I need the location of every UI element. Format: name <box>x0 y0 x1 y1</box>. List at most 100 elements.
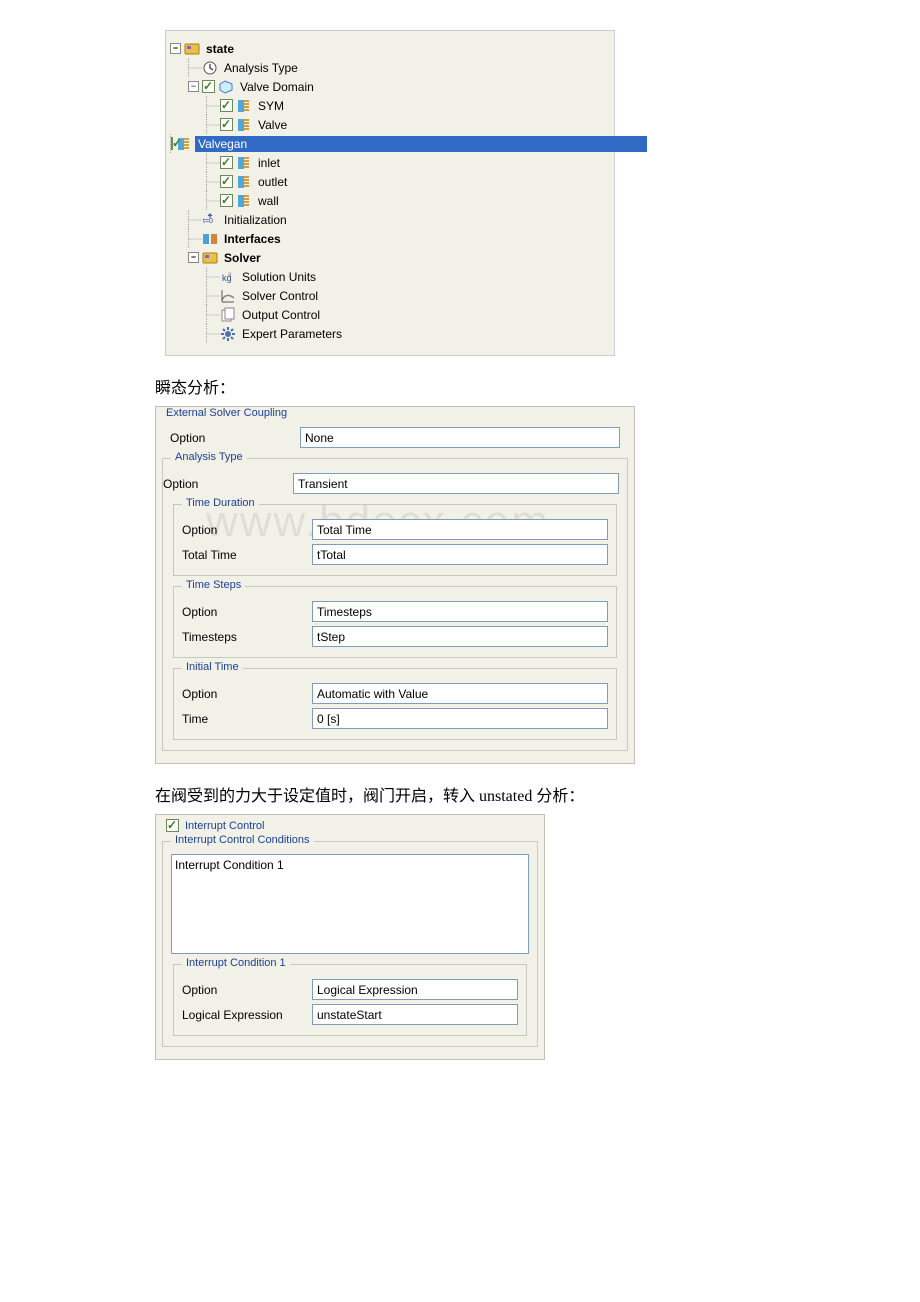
model-tree: − state Analysis Type − Valve Domain <box>165 30 615 356</box>
tree-item-interfaces[interactable]: Interfaces <box>170 229 610 248</box>
visibility-checkbox[interactable] <box>220 118 233 131</box>
field-label: Total Time <box>182 548 312 562</box>
field-label: Option <box>163 477 293 491</box>
solver-icon <box>202 250 218 266</box>
interrupt-control-panel: Interrupt Control Interrupt Control Cond… <box>155 814 545 1060</box>
tree-label: Solver <box>221 250 264 266</box>
tree-label: Expert Parameters <box>239 326 345 342</box>
initial-time-group: Initial Time Option Time <box>173 668 617 740</box>
group-legend: Analysis Type <box>171 451 247 463</box>
interfaces-icon <box>202 231 218 247</box>
tree-label: Analysis Type <box>221 60 301 76</box>
initialization-icon: t=0 <box>202 212 218 228</box>
group-legend: External Solver Coupling <box>160 407 630 423</box>
visibility-checkbox[interactable] <box>220 156 233 169</box>
time-duration-option-input[interactable] <box>312 519 608 540</box>
analysis-type-group: Analysis Type Option Time Duration Optio… <box>162 458 628 751</box>
tree-item-solver-control[interactable]: Solver Control <box>170 286 610 305</box>
tree-root[interactable]: − state <box>170 39 610 58</box>
tree-label: wall <box>255 193 282 209</box>
interrupt-control-checkbox[interactable] <box>166 819 179 832</box>
tree-label: inlet <box>255 155 283 171</box>
field-label: Option <box>170 431 300 445</box>
time-steps-group: Time Steps Option Timesteps <box>173 586 617 658</box>
state-icon <box>184 41 200 57</box>
tree-item-outlet[interactable]: outlet <box>170 172 610 191</box>
time-duration-group: Time Duration Option Total Time <box>173 504 617 576</box>
field-label: Option <box>182 983 312 997</box>
time-input[interactable] <box>312 708 608 729</box>
group-legend: Interrupt Control Conditions <box>171 834 314 846</box>
tree-item-wall[interactable]: wall <box>170 191 610 210</box>
group-legend: Time Duration <box>182 497 259 509</box>
field-label: Option <box>182 523 312 537</box>
tree-label: Valve Domain <box>237 79 317 95</box>
interrupt-control-toggle[interactable]: Interrupt Control <box>166 819 264 832</box>
clock-icon <box>202 60 218 76</box>
svg-text:t=0: t=0 <box>203 218 213 225</box>
tree-item-valve-domain[interactable]: − Valve Domain <box>170 77 610 96</box>
visibility-checkbox[interactable] <box>202 80 215 93</box>
field-label: Logical Expression <box>182 1008 312 1022</box>
tree-label: state <box>203 41 237 57</box>
group-legend: Initial Time <box>182 661 243 673</box>
tree-label: Valvegan <box>195 136 647 152</box>
visibility-checkbox[interactable] <box>220 175 233 188</box>
logical-expression-input[interactable] <box>312 1004 518 1025</box>
tree-item-valvegan[interactable]: Valvegan <box>170 134 610 153</box>
gear-icon <box>220 326 236 342</box>
boundary-icon <box>236 193 252 209</box>
tree-label: Output Control <box>239 307 323 323</box>
field-label: Option <box>182 687 312 701</box>
interrupt-condition-group: Interrupt Condition 1 Option Logical Exp… <box>173 964 527 1036</box>
boundary-icon <box>236 98 252 114</box>
tree-item-expert-parameters[interactable]: Expert Parameters <box>170 324 610 343</box>
collapse-icon[interactable]: − <box>188 81 199 92</box>
condition-option-input[interactable] <box>312 979 518 1000</box>
collapse-icon[interactable]: − <box>170 43 181 54</box>
units-icon: kga <box>220 269 236 285</box>
tree-item-solution-units[interactable]: kga Solution Units <box>170 267 610 286</box>
domain-icon <box>218 79 234 95</box>
interrupt-conditions-group: Interrupt Control Conditions Interrupt C… <box>162 841 538 1047</box>
list-item[interactable]: Interrupt Condition 1 <box>175 858 525 872</box>
timesteps-input[interactable] <box>312 626 608 647</box>
analysis-settings-panel: www.bdocx.com External Solver Coupling O… <box>155 406 635 764</box>
tree-label: Solver Control <box>239 288 321 304</box>
output-control-icon <box>220 307 236 323</box>
tree-label: Initialization <box>221 212 290 228</box>
field-label: Time <box>182 712 312 726</box>
solver-control-icon <box>220 288 236 304</box>
tree-label: Solution Units <box>239 269 319 285</box>
tree-item-valve[interactable]: Valve <box>170 115 610 134</box>
tree-item-inlet[interactable]: inlet <box>170 153 610 172</box>
visibility-checkbox[interactable] <box>220 194 233 207</box>
tree-item-sym[interactable]: SYM <box>170 96 610 115</box>
visibility-checkbox[interactable] <box>171 137 173 150</box>
collapse-icon[interactable]: − <box>188 252 199 263</box>
boundary-icon <box>236 117 252 133</box>
field-label: Option <box>182 605 312 619</box>
caption-transient: 瞬态分析： <box>155 374 905 398</box>
conditions-listbox[interactable]: Interrupt Condition 1 <box>171 854 529 954</box>
group-legend: Interrupt Condition 1 <box>182 957 290 969</box>
visibility-checkbox[interactable] <box>220 99 233 112</box>
caption-unstated: 在阀受到的力大于设定值时，阀门开启，转入 unstated 分析： <box>155 782 905 806</box>
time-steps-option-input[interactable] <box>312 601 608 622</box>
tree-label: SYM <box>255 98 287 114</box>
boundary-icon <box>236 155 252 171</box>
field-label: Timesteps <box>182 630 312 644</box>
initial-time-option-input[interactable] <box>312 683 608 704</box>
tree-item-analysis-type[interactable]: Analysis Type <box>170 58 610 77</box>
total-time-input[interactable] <box>312 544 608 565</box>
tree-label: outlet <box>255 174 290 190</box>
boundary-icon <box>236 174 252 190</box>
tree-label: Interfaces <box>221 231 284 247</box>
tree-item-initialization[interactable]: t=0 Initialization <box>170 210 610 229</box>
ext-coupling-option-input[interactable] <box>300 427 620 448</box>
checkbox-label: Interrupt Control <box>185 820 264 832</box>
tree-item-output-control[interactable]: Output Control <box>170 305 610 324</box>
tree-item-solver[interactable]: − Solver <box>170 248 610 267</box>
analysis-type-option-input[interactable] <box>293 473 619 494</box>
group-legend: Time Steps <box>182 579 245 591</box>
